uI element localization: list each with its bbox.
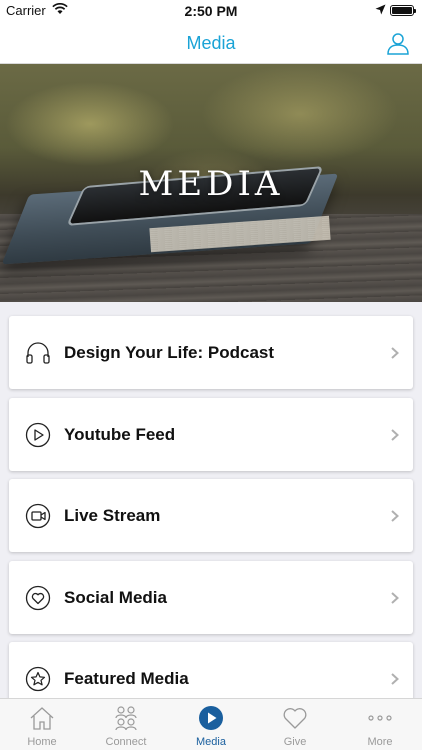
menu-item-label: Live Stream [64, 506, 161, 525]
hero-title: MEDIA [138, 164, 284, 204]
menu-item-label: Social Media [64, 588, 167, 607]
hero-banner: MEDIA [0, 64, 422, 302]
status-bar: Carrier 2:50 PM [0, 0, 422, 22]
menu-item-social-media[interactable]: Social Media [9, 561, 413, 634]
play-circle-icon [25, 422, 51, 448]
menu-item-label: Design Your Life: Podcast [64, 343, 275, 362]
page-title: Media [186, 33, 236, 53]
tab-label: Media [196, 736, 226, 748]
tab-home[interactable]: Home [0, 699, 84, 750]
chevron-right-icon [391, 592, 399, 604]
tab-more[interactable]: More [338, 699, 422, 750]
person-icon[interactable] [386, 31, 410, 55]
menu-item-label: Youtube Feed [64, 425, 176, 444]
navigation-bar: Media [0, 22, 422, 64]
heart-circle-icon [25, 585, 51, 611]
menu-item-label: Featured Media [64, 669, 189, 688]
status-time: 2:50 PM [184, 3, 238, 19]
chevron-right-icon [391, 429, 399, 441]
media-menu-list: Design Your Life: Podcast Youtube Feed L… [0, 302, 422, 698]
more-icon [368, 715, 392, 721]
tab-media[interactable]: Media [169, 699, 253, 750]
play-icon [199, 706, 223, 730]
chevron-right-icon [391, 510, 399, 522]
battery-icon [390, 5, 416, 16]
home-icon [30, 707, 54, 730]
video-camera-icon [25, 503, 51, 529]
chevron-right-icon [391, 673, 399, 685]
tab-label: More [367, 736, 393, 748]
tab-connect[interactable]: Connect [84, 699, 168, 750]
tab-bar: Home Connect Media Give More [0, 698, 422, 750]
headphones-icon [26, 342, 50, 364]
location-arrow-icon [375, 4, 386, 15]
chevron-right-icon [391, 347, 399, 359]
star-circle-icon [25, 666, 51, 692]
tab-label: Home [27, 736, 57, 748]
menu-item-youtube[interactable]: Youtube Feed [9, 398, 413, 471]
menu-item-podcast[interactable]: Design Your Life: Podcast [9, 316, 413, 389]
heart-icon [283, 708, 307, 729]
people-icon [115, 706, 137, 731]
menu-item-live-stream[interactable]: Live Stream [9, 479, 413, 552]
tab-label: Give [283, 736, 307, 748]
menu-item-featured-media[interactable]: Featured Media [9, 642, 413, 698]
tab-give[interactable]: Give [253, 699, 337, 750]
tab-label: Connect [105, 736, 147, 748]
